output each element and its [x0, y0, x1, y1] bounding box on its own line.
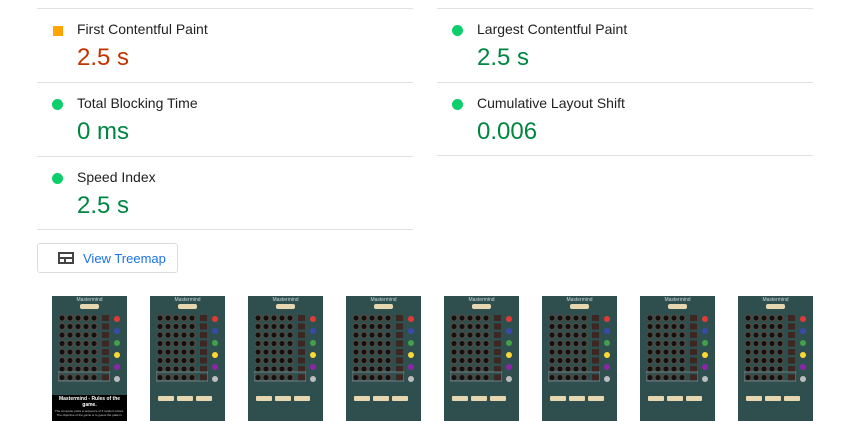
view-treemap-label: View Treemap [83, 251, 166, 266]
color-pins [800, 316, 806, 382]
frame-title: Mastermind [664, 297, 691, 303]
frame-button-bar [354, 388, 414, 401]
metric-label: Largest Contentful Paint [477, 21, 628, 37]
board-grid [254, 314, 306, 382]
metric-value: 0 ms [77, 118, 130, 145]
metric-cumulative-layout-shift: Cumulative Layout Shift 0.006 [437, 82, 813, 156]
frame-title: Mastermind [566, 297, 593, 303]
color-pins [114, 316, 120, 382]
board-grid [450, 314, 502, 382]
metric-label: Total Blocking Time [77, 95, 198, 111]
metric-label: Cumulative Layout Shift [477, 95, 625, 111]
frame-button-bar [452, 388, 512, 401]
pass-circle-icon [52, 173, 63, 184]
metric-total-blocking-time: Total Blocking Time 0 ms [37, 82, 413, 156]
board-grid [156, 314, 208, 382]
frame-title: Mastermind [76, 297, 103, 303]
color-pins [604, 316, 610, 382]
filmstrip-frame: Mastermind [444, 296, 519, 421]
filmstrip-frame: Mastermind [738, 296, 813, 421]
frame-button-bar [550, 388, 610, 401]
metric-value: 2.5 s [77, 44, 130, 71]
metric-value: 2.5 s [77, 192, 130, 219]
frame-button-bar [746, 388, 806, 401]
treemap-icon [58, 252, 74, 264]
frame-title: Mastermind [468, 297, 495, 303]
frame-button-bar [256, 388, 316, 401]
rules-title: Mastermind - Rules of the game. [58, 396, 121, 408]
frame-header-button [276, 304, 295, 309]
frame-header-button [80, 304, 99, 309]
color-pins [702, 316, 708, 382]
board-grid [58, 314, 110, 382]
filmstrip-frame: Mastermind [150, 296, 225, 421]
frame-header-button [668, 304, 687, 309]
metric-label: Speed Index [77, 169, 156, 185]
divider [437, 155, 813, 156]
color-pins [212, 316, 218, 382]
board-grid [548, 314, 600, 382]
metric-first-contentful-paint: First Contentful Paint 2.5 s [37, 8, 413, 82]
color-pins [310, 316, 316, 382]
color-pins [408, 316, 414, 382]
frame-header-button [374, 304, 393, 309]
metric-value: 0.006 [477, 118, 538, 145]
board-grid [744, 314, 796, 382]
filmstrip-frame: Mastermind [346, 296, 421, 421]
pass-circle-icon [452, 25, 463, 36]
view-treemap-button[interactable]: View Treemap [37, 243, 178, 273]
frame-header-button [178, 304, 197, 309]
frame-button-bar [648, 388, 708, 401]
color-pins [506, 316, 512, 382]
board-grid [352, 314, 404, 382]
pass-circle-icon [52, 99, 63, 110]
filmstrip-frame: Mastermind Mastermind - Rules of the game… [52, 296, 127, 421]
filmstrip: Mastermind Mastermind - Rules of the game… [52, 296, 822, 421]
metric-speed-index: Speed Index 2.5 s [37, 156, 413, 230]
divider [37, 229, 413, 230]
frame-header-button [766, 304, 785, 309]
frame-title: Mastermind [272, 297, 299, 303]
rules-text: The computer picks a sequence of 4 rando… [54, 409, 125, 417]
rules-overlay: Mastermind - Rules of the game. The compu… [52, 395, 127, 421]
metric-label: First Contentful Paint [77, 21, 208, 37]
filmstrip-frame: Mastermind [248, 296, 323, 421]
filmstrip-frame: Mastermind [542, 296, 617, 421]
frame-header-button [472, 304, 491, 309]
frame-header-button [570, 304, 589, 309]
metric-largest-contentful-paint: Largest Contentful Paint 2.5 s [437, 8, 813, 82]
frame-title: Mastermind [762, 297, 789, 303]
frame-title: Mastermind [370, 297, 397, 303]
metric-value: 2.5 s [477, 44, 530, 71]
frame-title: Mastermind [174, 297, 201, 303]
frame-button-bar [60, 388, 120, 401]
metrics-grid: First Contentful Paint 2.5 s Largest Con… [37, 8, 813, 230]
filmstrip-frame: Mastermind [640, 296, 715, 421]
pass-circle-icon [452, 99, 463, 110]
frame-button-bar [158, 388, 218, 401]
board-grid [646, 314, 698, 382]
average-square-icon [53, 26, 63, 36]
